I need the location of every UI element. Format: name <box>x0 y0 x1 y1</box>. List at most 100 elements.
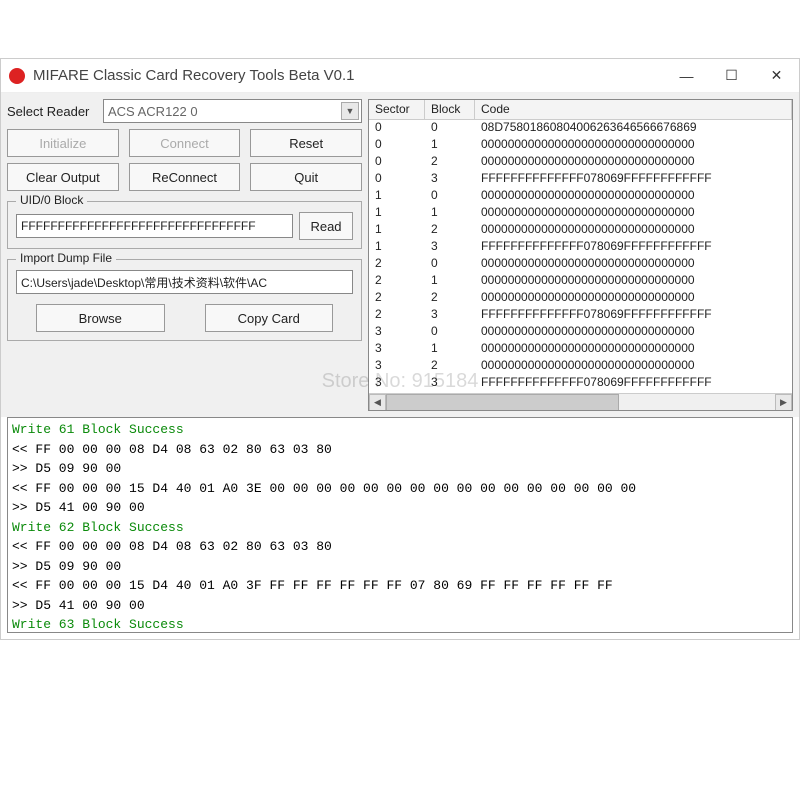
cell-code: FFFFFFFFFFFFFF078069FFFFFFFFFFFF <box>475 375 792 392</box>
cell-block: 3 <box>425 171 475 188</box>
cell-code: 08D75801860804006263646566676869 <box>475 120 792 137</box>
window-title: MIFARE Classic Card Recovery Tools Beta … <box>33 67 664 84</box>
output-log[interactable]: Write 61 Block Success<< FF 00 00 00 08 … <box>7 417 793 633</box>
cell-code: 00000000000000000000000000000000 <box>475 256 792 273</box>
cell-sector: 2 <box>369 290 425 307</box>
cell-code: 00000000000000000000000000000000 <box>475 154 792 171</box>
table-row[interactable]: 0008D75801860804006263646566676869 <box>369 120 792 137</box>
log-line: Write 62 Block Success <box>12 518 788 538</box>
maximize-button[interactable]: ☐ <box>709 59 754 93</box>
read-button[interactable]: Read <box>299 212 353 240</box>
cell-sector: 0 <box>369 154 425 171</box>
cell-block: 1 <box>425 205 475 222</box>
cell-sector: 1 <box>369 239 425 256</box>
table-row[interactable]: 13FFFFFFFFFFFFFF078069FFFFFFFFFFFF <box>369 239 792 256</box>
cell-block: 3 <box>425 239 475 256</box>
table-row[interactable]: 1200000000000000000000000000000000 <box>369 222 792 239</box>
minimize-button[interactable]: — <box>664 59 709 93</box>
app-window: MIFARE Classic Card Recovery Tools Beta … <box>0 58 800 640</box>
table-row[interactable]: 2200000000000000000000000000000000 <box>369 290 792 307</box>
log-line: >> D5 41 00 90 00 <box>12 498 788 518</box>
right-panel: Sector Block Code 0008D75801860804006263… <box>368 99 793 411</box>
initialize-button[interactable]: Initialize <box>7 129 119 157</box>
connect-button[interactable]: Connect <box>129 129 241 157</box>
main-content: Select Reader ACS ACR122 0 ▼ Initialize … <box>1 93 799 417</box>
scroll-right-icon[interactable]: ▶ <box>775 394 792 411</box>
cell-block: 2 <box>425 290 475 307</box>
scroll-thumb[interactable] <box>386 394 619 411</box>
import-dump-legend: Import Dump File <box>16 251 116 265</box>
uid-block-group: UID/0 Block FFFFFFFFFFFFFFFFFFFFFFFFFFFF… <box>7 201 362 249</box>
cell-sector: 1 <box>369 222 425 239</box>
cell-sector: 3 <box>369 375 425 392</box>
cell-block: 0 <box>425 188 475 205</box>
cell-sector: 1 <box>369 188 425 205</box>
close-button[interactable]: ✕ <box>754 59 799 93</box>
cell-sector: 2 <box>369 256 425 273</box>
app-icon <box>9 68 25 84</box>
cell-sector: 0 <box>369 120 425 137</box>
table-row[interactable]: 1000000000000000000000000000000000 <box>369 188 792 205</box>
col-code[interactable]: Code <box>475 100 792 119</box>
cell-code: FFFFFFFFFFFFFF078069FFFFFFFFFFFF <box>475 307 792 324</box>
cell-sector: 3 <box>369 324 425 341</box>
titlebar: MIFARE Classic Card Recovery Tools Beta … <box>1 59 799 93</box>
table-row[interactable]: 0200000000000000000000000000000000 <box>369 154 792 171</box>
log-line: Write 61 Block Success <box>12 420 788 440</box>
copy-card-button[interactable]: Copy Card <box>205 304 334 332</box>
data-table: Sector Block Code 0008D75801860804006263… <box>368 99 793 411</box>
dump-path-input[interactable]: C:\Users\jade\Desktop\常用\技术资料\软件\AC <box>16 270 353 294</box>
clear-output-button[interactable]: Clear Output <box>7 163 119 191</box>
cell-sector: 3 <box>369 341 425 358</box>
cell-code: 00000000000000000000000000000000 <box>475 358 792 375</box>
cell-block: 1 <box>425 273 475 290</box>
left-panel: Select Reader ACS ACR122 0 ▼ Initialize … <box>7 99 362 411</box>
table-body[interactable]: 0008D75801860804006263646566676869010000… <box>369 120 792 393</box>
table-row[interactable]: 2000000000000000000000000000000000 <box>369 256 792 273</box>
cell-block: 0 <box>425 256 475 273</box>
horizontal-scrollbar[interactable]: ◀ ▶ <box>369 393 792 410</box>
cell-sector: 2 <box>369 273 425 290</box>
browse-button[interactable]: Browse <box>36 304 165 332</box>
cell-code: 00000000000000000000000000000000 <box>475 290 792 307</box>
cell-sector: 2 <box>369 307 425 324</box>
cell-block: 3 <box>425 307 475 324</box>
log-line: << FF 00 00 00 08 D4 08 63 02 80 63 03 8… <box>12 440 788 460</box>
cell-block: 1 <box>425 137 475 154</box>
reader-dropdown[interactable]: ACS ACR122 0 ▼ <box>103 99 362 123</box>
log-line: >> D5 09 90 00 <box>12 557 788 577</box>
cell-block: 0 <box>425 120 475 137</box>
reconnect-button[interactable]: ReConnect <box>129 163 241 191</box>
table-row[interactable]: 33FFFFFFFFFFFFFF078069FFFFFFFFFFFF <box>369 375 792 392</box>
scroll-track[interactable] <box>386 394 775 411</box>
cell-block: 2 <box>425 222 475 239</box>
cell-sector: 3 <box>369 358 425 375</box>
cell-block: 2 <box>425 154 475 171</box>
table-row[interactable]: 23FFFFFFFFFFFFFF078069FFFFFFFFFFFF <box>369 307 792 324</box>
cell-code: FFFFFFFFFFFFFF078069FFFFFFFFFFFF <box>475 171 792 188</box>
table-row[interactable]: 3100000000000000000000000000000000 <box>369 341 792 358</box>
table-row[interactable]: 03FFFFFFFFFFFFFF078069FFFFFFFFFFFF <box>369 171 792 188</box>
quit-button[interactable]: Quit <box>250 163 362 191</box>
table-row[interactable]: 3000000000000000000000000000000000 <box>369 324 792 341</box>
import-dump-group: Import Dump File C:\Users\jade\Desktop\常… <box>7 259 362 341</box>
log-line: << FF 00 00 00 15 D4 40 01 A0 3E 00 00 0… <box>12 479 788 499</box>
reset-button[interactable]: Reset <box>250 129 362 157</box>
col-sector[interactable]: Sector <box>369 100 425 119</box>
cell-code: 00000000000000000000000000000000 <box>475 188 792 205</box>
table-row[interactable]: 3200000000000000000000000000000000 <box>369 358 792 375</box>
reader-selected: ACS ACR122 0 <box>108 104 198 119</box>
col-block[interactable]: Block <box>425 100 475 119</box>
table-row[interactable]: 1100000000000000000000000000000000 <box>369 205 792 222</box>
uid-block-legend: UID/0 Block <box>16 193 87 207</box>
table-row[interactable]: 0100000000000000000000000000000000 <box>369 137 792 154</box>
chevron-down-icon: ▼ <box>341 102 359 120</box>
cell-code: 00000000000000000000000000000000 <box>475 205 792 222</box>
table-row[interactable]: 2100000000000000000000000000000000 <box>369 273 792 290</box>
uid-input[interactable]: FFFFFFFFFFFFFFFFFFFFFFFFFFFFFFFF <box>16 214 293 238</box>
scroll-left-icon[interactable]: ◀ <box>369 394 386 411</box>
cell-sector: 1 <box>369 205 425 222</box>
cell-code: 00000000000000000000000000000000 <box>475 273 792 290</box>
cell-sector: 0 <box>369 137 425 154</box>
cell-code: 00000000000000000000000000000000 <box>475 222 792 239</box>
